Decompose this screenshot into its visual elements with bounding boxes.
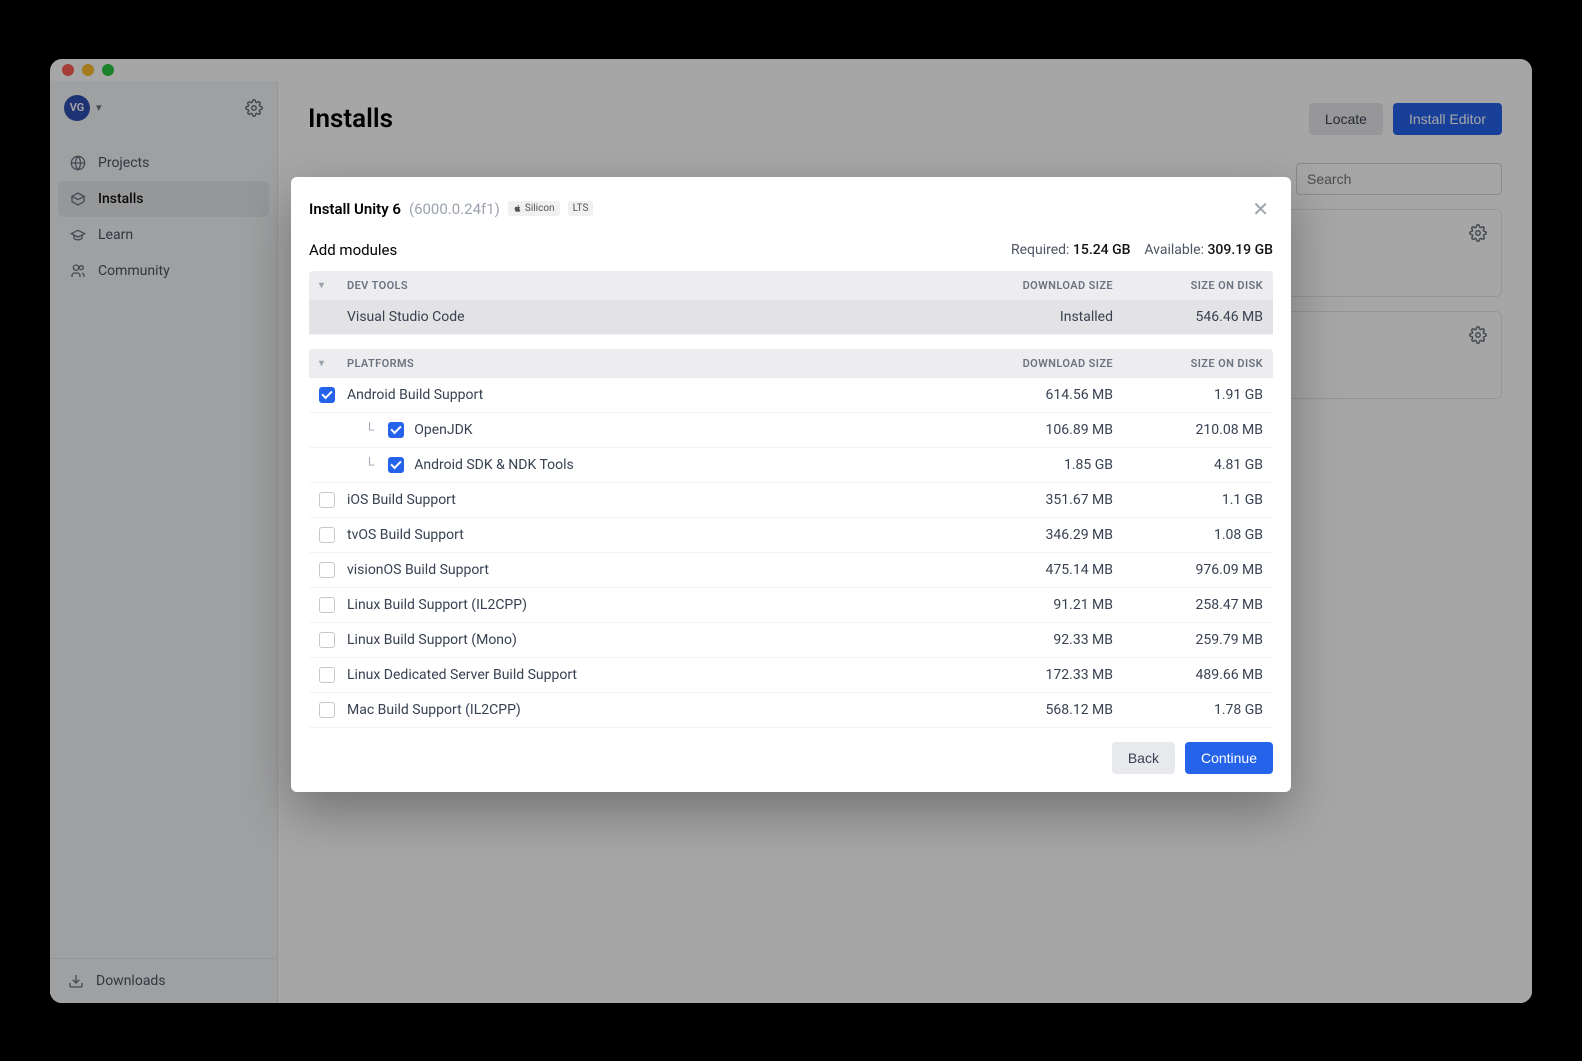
module-name: Linux Build Support (Mono) [347, 632, 963, 648]
modules-list[interactable]: ▾ DEV TOOLS DOWNLOAD SIZE SIZE ON DISK V… [291, 271, 1291, 728]
module-download-size: 568.12 MB [963, 702, 1113, 718]
modal-overlay: Install Unity 6 (6000.0.24f1) Silicon LT… [50, 59, 1532, 1003]
module-disk-size: 1.78 GB [1113, 702, 1263, 718]
module-row-visionos[interactable]: visionOS Build Support 475.14 MB 976.09 … [309, 553, 1273, 588]
module-checkbox[interactable] [388, 422, 404, 438]
module-row-linux-mono[interactable]: Linux Build Support (Mono) 92.33 MB 259.… [309, 623, 1273, 658]
module-disk-size: 976.09 MB [1113, 562, 1263, 578]
chevron-down-icon: ▾ [319, 358, 347, 369]
module-row-mac-il2cpp[interactable]: Mac Build Support (IL2CPP) 568.12 MB 1.7… [309, 693, 1273, 728]
apple-icon [513, 204, 522, 213]
module-disk-size: 1.91 GB [1113, 387, 1263, 403]
module-name: Android SDK & NDK Tools [414, 457, 574, 473]
close-button[interactable]: ✕ [1248, 193, 1273, 225]
module-row-linux-server[interactable]: Linux Dedicated Server Build Support 172… [309, 658, 1273, 693]
module-disk-size: 259.79 MB [1113, 632, 1263, 648]
disk-summary: Required: 15.24 GB Available: 309.19 GB [1011, 242, 1273, 258]
app-window: VG ▾ Projects Installs Learn [50, 59, 1532, 1003]
module-name: OpenJDK [414, 422, 472, 438]
module-name: Android Build Support [347, 387, 963, 403]
module-name: Linux Build Support (IL2CPP) [347, 597, 963, 613]
module-row-tvos[interactable]: tvOS Build Support 346.29 MB 1.08 GB [309, 518, 1273, 553]
tree-elbow-icon: └ [365, 422, 374, 438]
module-download-size: 1.85 GB [963, 457, 1113, 473]
module-name: visionOS Build Support [347, 562, 963, 578]
module-disk-size: 546.46 MB [1113, 309, 1263, 325]
module-row-openjdk[interactable]: └ OpenJDK 106.89 MB 210.08 MB [309, 413, 1273, 448]
module-checkbox[interactable] [319, 632, 335, 648]
module-checkbox[interactable] [319, 702, 335, 718]
install-modules-modal: Install Unity 6 (6000.0.24f1) Silicon LT… [291, 177, 1291, 792]
module-download-size: 106.89 MB [963, 422, 1113, 438]
module-download-size: 475.14 MB [963, 562, 1113, 578]
lts-badge: LTS [568, 201, 594, 216]
module-row-android-sdk[interactable]: └ Android SDK & NDK Tools 1.85 GB 4.81 G… [309, 448, 1273, 483]
module-checkbox[interactable] [319, 562, 335, 578]
module-checkbox[interactable] [319, 597, 335, 613]
module-disk-size: 1.1 GB [1113, 492, 1263, 508]
module-disk-size: 489.66 MB [1113, 667, 1263, 683]
modal-title: Install Unity 6 (6000.0.24f1) Silicon LT… [309, 200, 593, 218]
silicon-badge: Silicon [508, 201, 560, 216]
module-download-size: 92.33 MB [963, 632, 1113, 648]
module-name: Visual Studio Code [347, 309, 963, 325]
continue-button[interactable]: Continue [1185, 742, 1273, 774]
module-name: Linux Dedicated Server Build Support [347, 667, 963, 683]
module-download-size: Installed [963, 309, 1113, 325]
module-checkbox[interactable] [319, 387, 335, 403]
module-name: tvOS Build Support [347, 527, 963, 543]
module-name: iOS Build Support [347, 492, 963, 508]
module-checkbox[interactable] [319, 527, 335, 543]
chevron-down-icon: ▾ [319, 280, 347, 291]
module-disk-size: 210.08 MB [1113, 422, 1263, 438]
module-disk-size: 4.81 GB [1113, 457, 1263, 473]
module-row-ios[interactable]: iOS Build Support 351.67 MB 1.1 GB [309, 483, 1273, 518]
module-checkbox[interactable] [388, 457, 404, 473]
modal-subtitle: Add modules [309, 241, 397, 259]
module-disk-size: 258.47 MB [1113, 597, 1263, 613]
module-checkbox[interactable] [319, 667, 335, 683]
module-checkbox[interactable] [319, 492, 335, 508]
module-download-size: 351.67 MB [963, 492, 1113, 508]
tree-elbow-icon: └ [365, 457, 374, 473]
module-download-size: 172.33 MB [963, 667, 1113, 683]
module-row-linux-il2cpp[interactable]: Linux Build Support (IL2CPP) 91.21 MB 25… [309, 588, 1273, 623]
module-download-size: 346.29 MB [963, 527, 1113, 543]
back-button[interactable]: Back [1112, 742, 1175, 774]
module-download-size: 614.56 MB [963, 387, 1113, 403]
section-header-devtools[interactable]: ▾ DEV TOOLS DOWNLOAD SIZE SIZE ON DISK [309, 271, 1273, 300]
module-row-android[interactable]: Android Build Support 614.56 MB 1.91 GB [309, 378, 1273, 413]
module-download-size: 91.21 MB [963, 597, 1113, 613]
module-row-vscode: Visual Studio Code Installed 546.46 MB [309, 300, 1273, 335]
module-disk-size: 1.08 GB [1113, 527, 1263, 543]
module-name: Mac Build Support (IL2CPP) [347, 702, 963, 718]
section-header-platforms[interactable]: ▾ PLATFORMS DOWNLOAD SIZE SIZE ON DISK [309, 349, 1273, 378]
